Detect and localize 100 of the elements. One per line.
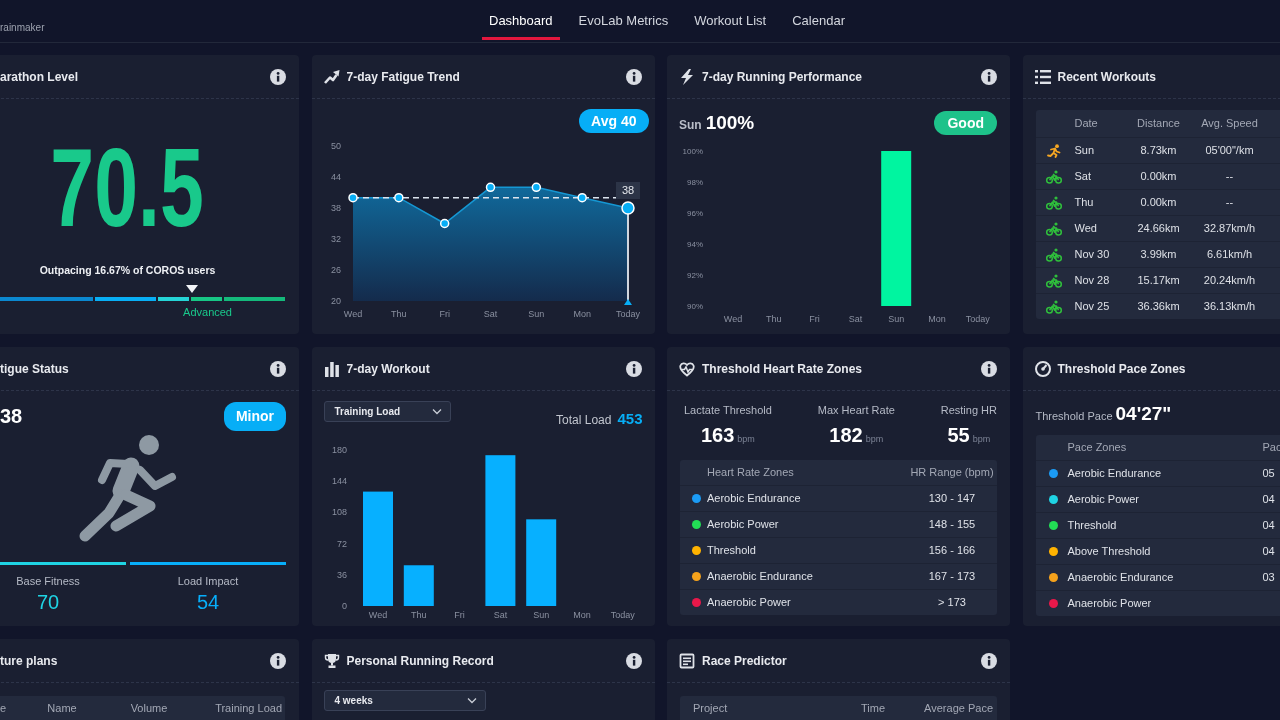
stat-label: Max Heart Rate <box>817 403 895 417</box>
table-cell-text: Nov 28 <box>1073 273 1111 289</box>
column-header: Time <box>859 701 886 717</box>
card-title: tigue Status <box>0 360 69 378</box>
cycling-icon <box>1045 169 1062 184</box>
column-header: Training Load <box>214 701 283 717</box>
threshold-label: Threshold Pace <box>1035 409 1113 424</box>
column-header: Date <box>1073 116 1099 132</box>
card-title: Race Predictor <box>702 652 787 670</box>
axis-category-label: Sat <box>493 609 507 620</box>
status-badge: Good <box>934 111 997 136</box>
column-header: e <box>0 701 8 717</box>
axis-tick-label: 92% <box>687 270 703 280</box>
column-header: Name <box>46 701 78 717</box>
trend-arrow-icon <box>323 68 340 85</box>
axis-tick-label: 100% <box>682 146 703 156</box>
info-icon[interactable] <box>270 652 286 669</box>
axis-tick-label: 44 <box>330 172 341 182</box>
table-cell-text: 20.24km/h <box>1202 273 1257 289</box>
table-cell-text: 36.13km/h <box>1202 299 1257 315</box>
column-header: Heart Rate Zones <box>707 465 795 481</box>
info-icon[interactable] <box>625 68 642 85</box>
card-title: 7-day Running Performance <box>702 68 863 86</box>
table-cell-text: Anaerobic Endurance <box>707 569 814 585</box>
table-cell-text: 15.17km <box>1136 273 1181 289</box>
card-title: Personal Running Record <box>346 652 494 670</box>
axis-category-label: Sun <box>527 309 544 319</box>
info-icon[interactable] <box>625 652 642 669</box>
card-title: arathon Level <box>0 68 79 86</box>
axis-category-label: Mon <box>572 309 591 319</box>
chevron-down-icon <box>466 697 477 704</box>
axis-category-label: Mon <box>928 313 946 324</box>
axis-category-label: Thu <box>390 309 407 319</box>
data-point <box>485 182 495 193</box>
axis-category-label: Sat <box>483 309 497 319</box>
info-icon[interactable] <box>981 652 997 669</box>
nav-tab[interactable]: Workout List <box>687 0 774 40</box>
info-icon[interactable] <box>981 360 997 377</box>
axis-tick-label: 98% <box>687 177 703 187</box>
table-cell-text: > 173 <box>937 595 967 611</box>
data-point <box>620 201 635 215</box>
column-header: HR Range (bpm) <box>909 465 995 481</box>
table-cell-text: 03 <box>1262 570 1275 586</box>
stat-value: 54 <box>196 591 220 613</box>
info-icon[interactable] <box>270 360 286 377</box>
column-header: Average Pace <box>923 701 994 717</box>
data-point <box>531 182 541 193</box>
fatigue-value: 38 <box>0 404 23 429</box>
table-cell-text: -- <box>1224 169 1235 185</box>
table-cell-text: 04 <box>1262 492 1275 508</box>
bar-chart-icon <box>323 360 340 377</box>
stat-label: Load Impact <box>177 574 239 588</box>
table-cell-text: Wed <box>1073 221 1098 237</box>
running-icon <box>1046 143 1061 158</box>
info-icon[interactable] <box>270 68 286 85</box>
table-cell-text: 0.00km <box>1139 195 1178 211</box>
axis-tick-label: 108 <box>331 506 347 517</box>
nav-tab[interactable]: Dashboard <box>482 0 560 40</box>
table-cell-text: Above Threshold <box>1067 544 1152 560</box>
average-badge: Avg 40 <box>579 109 649 133</box>
axis-category-label: Sun <box>532 609 549 620</box>
card-title: Threshold Pace Zones <box>1057 360 1186 378</box>
column-header: Avg. Speed <box>1200 116 1259 132</box>
nav-tab[interactable]: Calendar <box>785 0 852 40</box>
level-score: 70.5 <box>50 133 205 244</box>
list-icon <box>1034 68 1051 85</box>
axis-tick-label: 0 <box>341 600 347 611</box>
table-cell-text: Nov 30 <box>1073 247 1111 263</box>
table-cell-text: 04 <box>1262 544 1275 560</box>
table-cell-text: 6.61km/h <box>1205 247 1254 263</box>
nav-tab[interactable]: EvoLab Metrics <box>571 0 676 40</box>
axis-marker-icon <box>623 299 632 305</box>
stat-label: Resting HR <box>940 403 997 417</box>
card-title: 7-day Workout <box>346 360 430 378</box>
info-icon[interactable] <box>981 68 997 85</box>
gauge-icon <box>1034 360 1051 377</box>
column-header: Project <box>692 701 729 717</box>
table-cell-text: Thu <box>1073 195 1095 211</box>
day-label: Sun <box>679 117 702 134</box>
axis-category-label: Sat <box>848 313 863 324</box>
period-dropdown[interactable]: 4 weeks <box>323 690 486 711</box>
axis-tick-label: 180 <box>331 444 347 455</box>
table-cell-text: 148 - 155 <box>927 517 977 533</box>
axis-category-label: Today <box>615 309 640 319</box>
axis-category-label: Wed <box>368 609 387 620</box>
table-cell-text: Threshold <box>707 543 757 559</box>
axis-category-label: Wed <box>343 309 362 319</box>
data-point <box>439 218 449 229</box>
cycling-icon <box>1045 273 1062 288</box>
table-cell-text: Nov 25 <box>1073 299 1111 315</box>
info-icon[interactable] <box>625 360 642 377</box>
metric-dropdown[interactable]: Training Load <box>323 401 451 422</box>
column-header: Pace Zones <box>1067 440 1128 456</box>
table-cell-text: 36.36km <box>1136 299 1181 315</box>
document-icon <box>679 652 695 669</box>
card-title: Threshold Heart Rate Zones <box>702 360 863 378</box>
axis-tick-label: 38 <box>330 203 341 213</box>
performance-value: 100% <box>705 111 755 135</box>
lightning-icon <box>679 68 695 85</box>
chevron-down-icon <box>431 408 442 415</box>
